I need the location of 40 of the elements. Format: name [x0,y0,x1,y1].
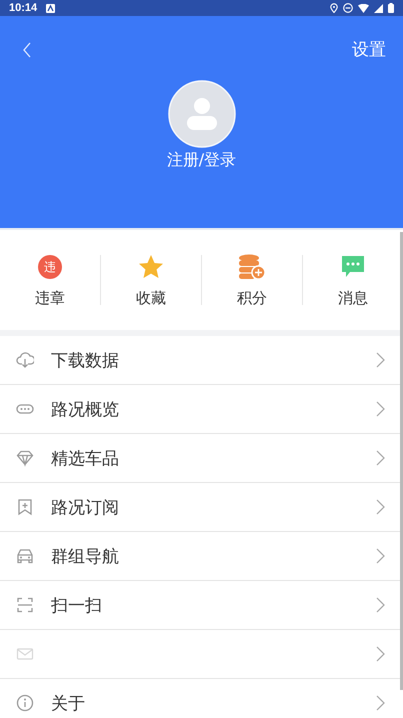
location-icon [330,3,338,13]
do-not-disturb-icon [343,3,353,13]
chevron-icon[interactable] [376,597,385,613]
menu-item[interactable]: 扫一扫 [51,594,376,616]
cloud-download-icon [16,351,34,369]
info-icon [16,694,34,712]
notification-icon [46,4,56,12]
car-icon [16,547,34,565]
menu-item[interactable]: 路况订阅 [51,496,376,518]
chat-icon [340,254,366,280]
scan-icon [16,596,34,614]
back-icon[interactable] [22,42,32,58]
coins-icon [238,254,266,280]
chevron-icon[interactable] [376,548,385,564]
chevron-icon[interactable] [376,450,385,466]
menu-item[interactable]: 路况概览 [51,398,376,420]
login-link[interactable]: 注册/登录 [166,150,236,171]
chevron-icon[interactable] [376,499,385,515]
quick-action[interactable]: 收藏 [101,252,201,308]
violation-badge: 违 [38,254,62,278]
battery-icon [388,3,394,13]
avatar-icon[interactable] [168,80,236,148]
menu-item[interactable]: 下载数据 [51,348,376,372]
wifi-icon [358,4,369,12]
quick-action[interactable]: 违 违章 [0,252,100,308]
status-time: 10:14 [9,2,38,14]
star-icon [138,254,164,280]
menu-item[interactable]: 精选车品 [51,446,376,470]
menu-item[interactable]: 群组导航 [51,544,376,568]
diamond-icon [16,449,34,467]
bookmark-plus-icon [16,498,34,516]
quick-action[interactable]: 积分 [202,252,302,308]
signal-icon [374,4,383,12]
chevron-icon[interactable] [376,401,385,417]
chevron-icon[interactable] [376,695,385,711]
chevron-icon[interactable] [376,352,385,368]
settings-button[interactable]: 设置 [352,38,386,61]
chevron-icon[interactable] [376,646,385,662]
menu-item[interactable]: 关于 [51,692,376,714]
quick-action[interactable]: 消息 [303,252,403,308]
